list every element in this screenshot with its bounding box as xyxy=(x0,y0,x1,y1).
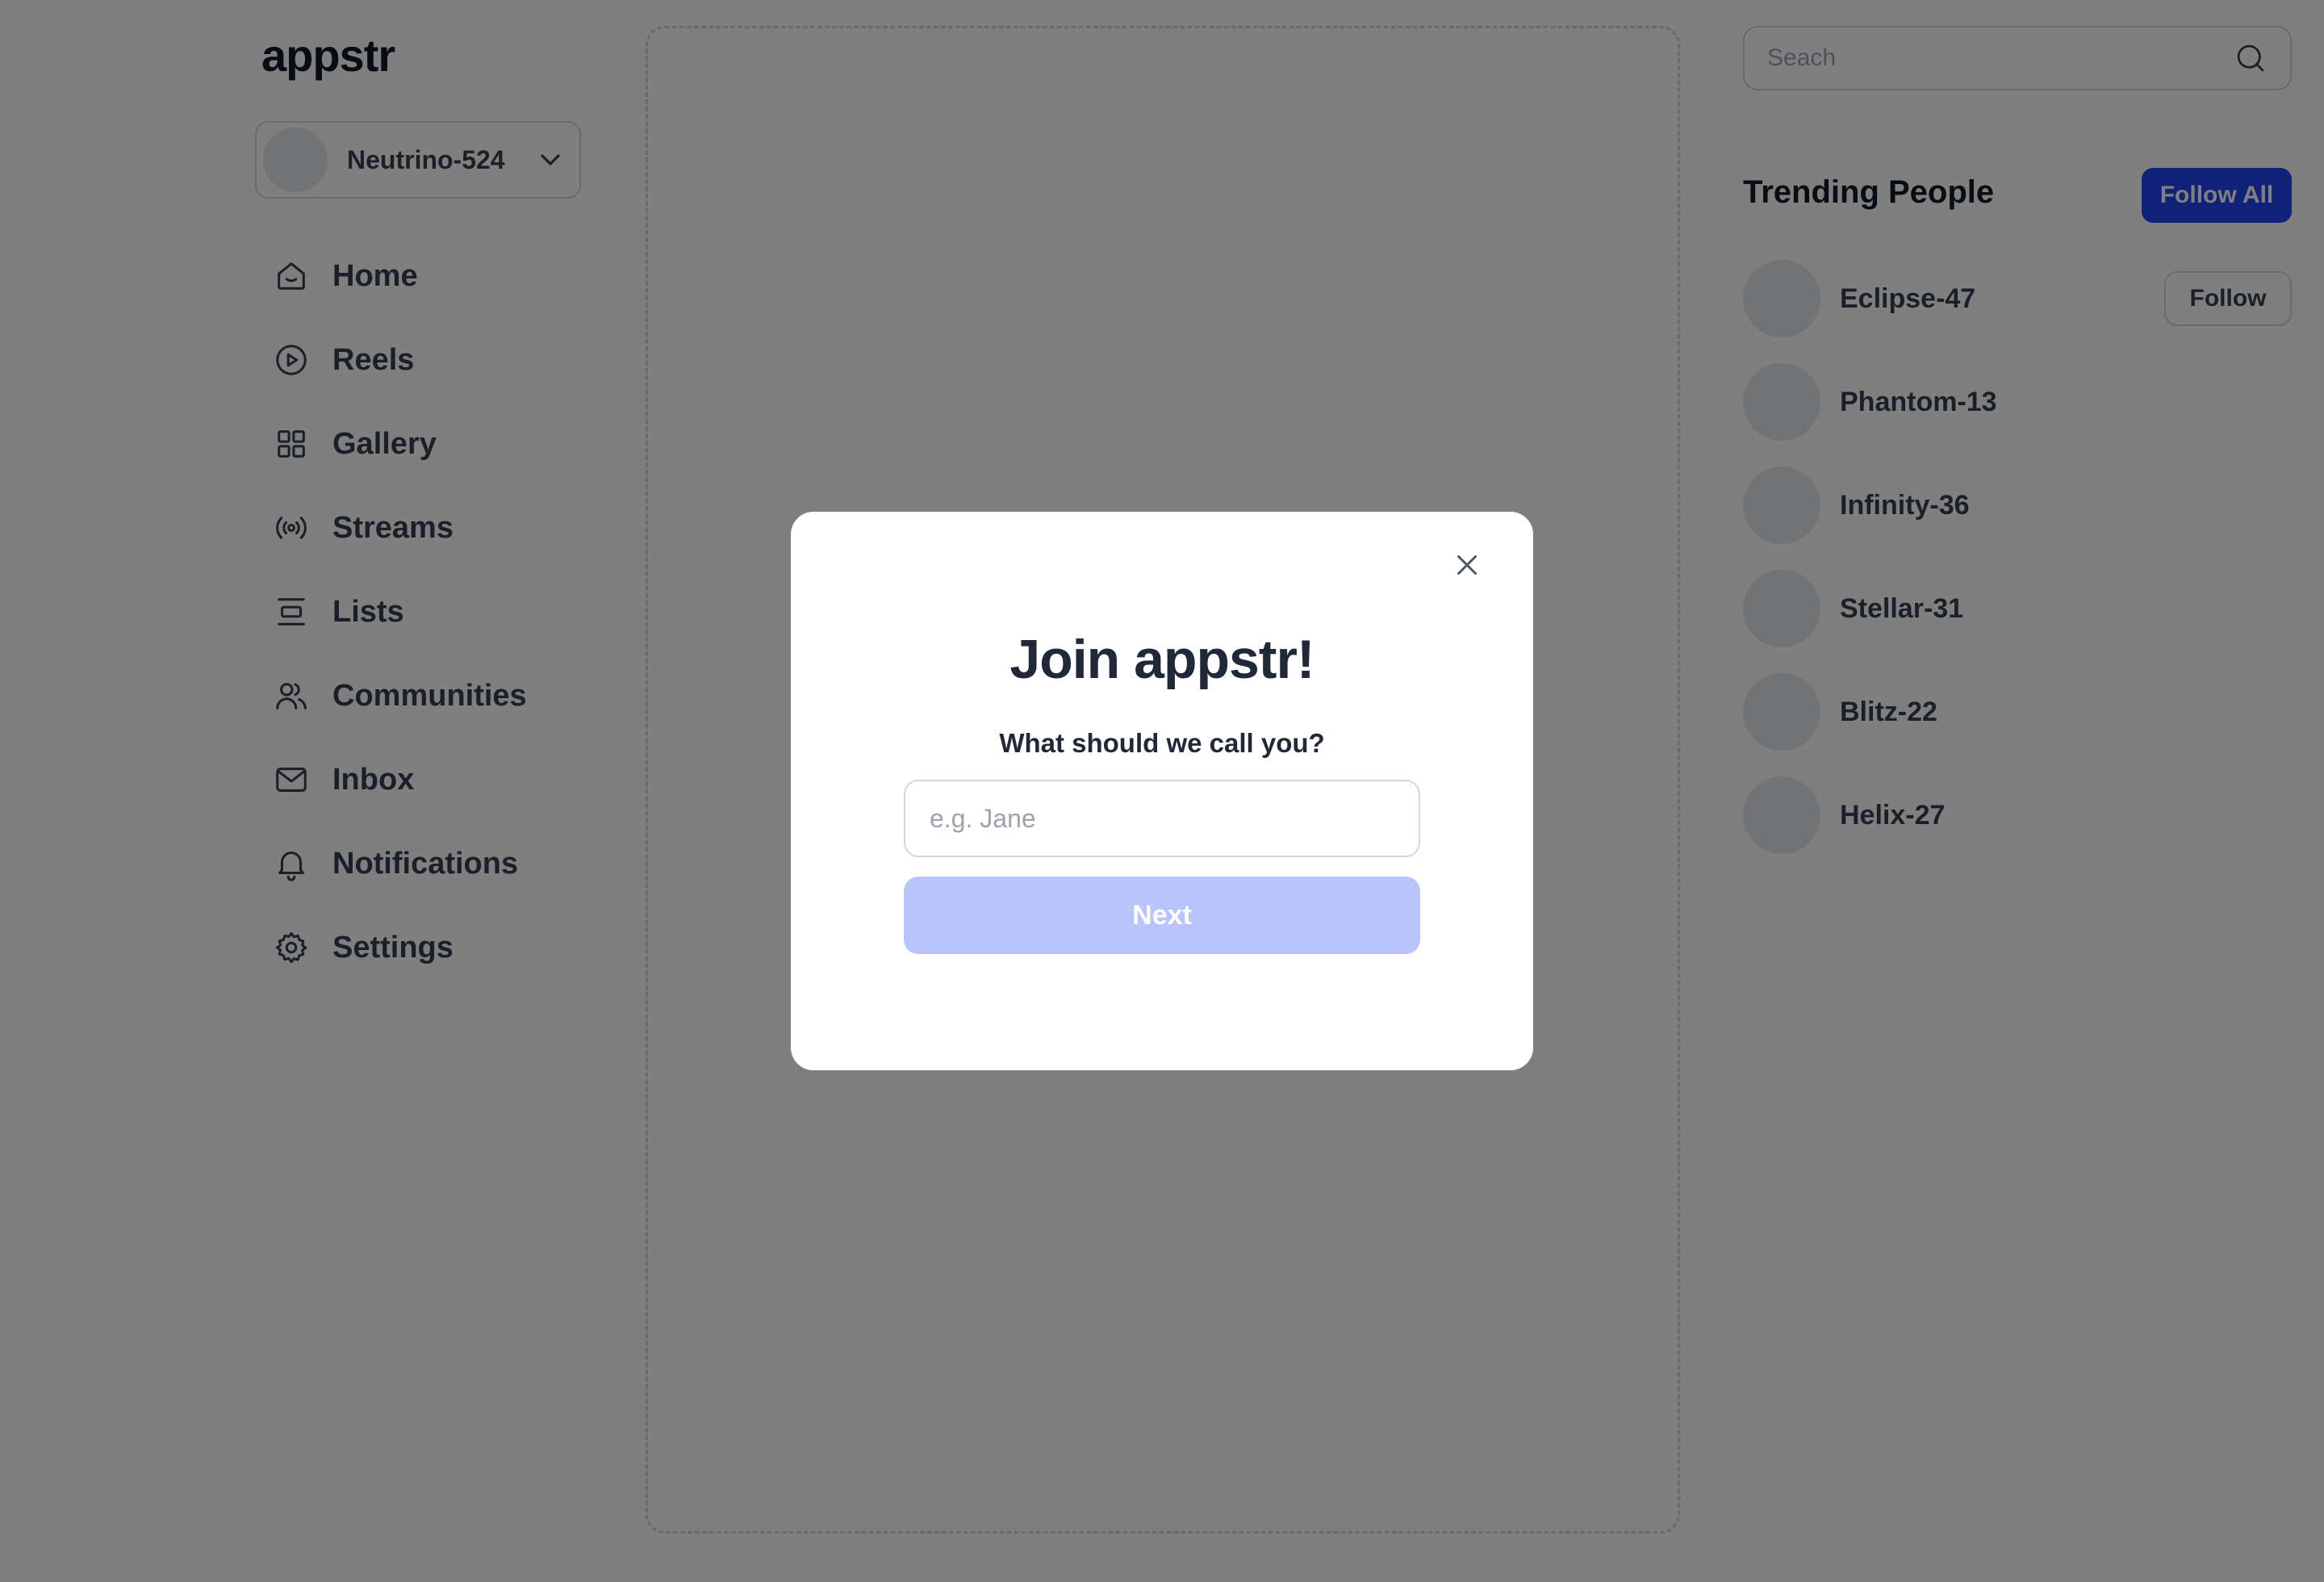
close-icon xyxy=(1457,555,1477,575)
modal-title: Join appstr! xyxy=(1009,629,1315,690)
next-button[interactable]: Next xyxy=(904,877,1420,954)
modal-subtitle: What should we call you? xyxy=(999,728,1325,758)
display-name-input[interactable] xyxy=(904,780,1420,857)
close-button[interactable] xyxy=(1443,541,1491,589)
join-modal: Join appstr! What should we call you? Ne… xyxy=(791,512,1533,1070)
